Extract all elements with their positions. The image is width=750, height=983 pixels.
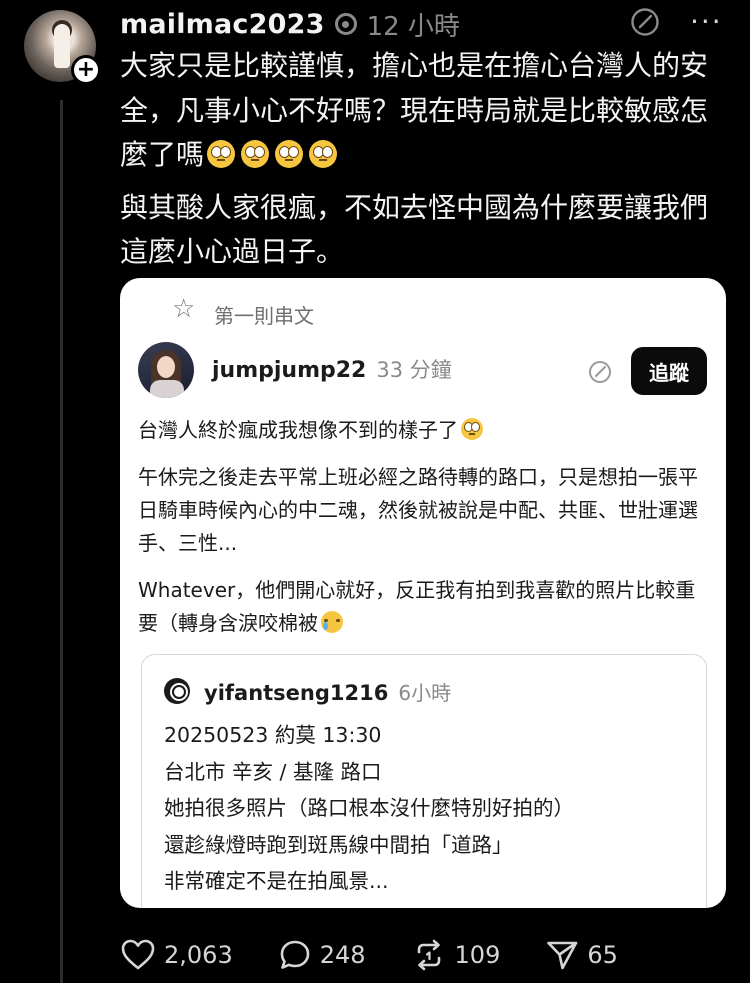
- quoted-username[interactable]: jumpjump22: [212, 358, 366, 383]
- more-options-icon[interactable]: ···: [690, 7, 723, 37]
- nested-line: 台北市 辛亥 / 基隆 路口: [164, 759, 382, 784]
- comment-count: 248: [319, 941, 366, 969]
- thread-connector-line: [60, 100, 63, 983]
- follow-plus-icon[interactable]: +: [71, 55, 101, 85]
- activity-status-icon: [334, 13, 357, 35]
- nested-line: 20250523 約莫 13:30: [164, 723, 382, 747]
- quoted-paragraph-3: Whatever，他們開心就好，反正我有拍到我喜歡的照片比較重要（轉身含淚咬棉被: [138, 574, 708, 640]
- quoted-activity-icon: [588, 360, 612, 388]
- repost-button[interactable]: 109: [411, 938, 501, 972]
- send-icon: [547, 941, 578, 970]
- nested-quoted-post[interactable]: yifantseng1216 6小時 20250523 約莫 13:30 台北市…: [141, 654, 707, 908]
- post-header: mailmac2023 12 小時: [120, 6, 460, 42]
- eye-roll-emoji-icon: [461, 418, 483, 440]
- like-button[interactable]: 2,063: [120, 938, 233, 972]
- edit-icon[interactable]: [630, 7, 660, 41]
- quoted-header: jumpjump22 33 分鐘: [212, 354, 452, 384]
- star-icon: ☆: [172, 294, 196, 324]
- quoted-avatar[interactable]: [138, 342, 194, 398]
- quoted-timestamp: 33 分鐘: [376, 358, 452, 382]
- post-body: 大家只是比較謹慎，擔心也是在擔心台灣人的安全，凡事小心不好嗎？現在時局就是比較敏…: [120, 44, 725, 275]
- nested-username[interactable]: yifantseng1216: [204, 681, 388, 705]
- eye-roll-emoji-icon: [309, 140, 338, 168]
- follow-button[interactable]: 追蹤: [631, 347, 707, 395]
- action-bar: 2,063 248 109 65: [120, 935, 663, 975]
- eye-roll-emoji-icon: [241, 140, 270, 168]
- comment-icon: [280, 940, 310, 969]
- post-paragraph-1: 大家只是比較謹慎，擔心也是在擔心台灣人的安全，凡事小心不好嗎？現在時局就是比較敏…: [120, 44, 725, 178]
- quoted-paragraph-3-text: Whatever，他們開心就好，反正我有拍到我喜歡的照片比較重要（轉身含淚咬棉被: [138, 578, 696, 635]
- share-count: 65: [587, 941, 618, 969]
- eye-roll-emoji-icon: [207, 140, 236, 168]
- nested-avatar[interactable]: [164, 678, 190, 704]
- post-username[interactable]: mailmac2023: [120, 9, 325, 40]
- avatar-figure: [54, 24, 70, 68]
- nested-header: yifantseng1216 6小時: [204, 677, 451, 706]
- quoted-line-1: 台灣人終於瘋成我想像不到的樣子了: [138, 414, 708, 447]
- thread-label-text: 第一則串文: [214, 304, 314, 328]
- nested-line: 她拍很多照片（路口根本沒什麼特別好拍的）: [164, 796, 574, 820]
- nested-body: 20250523 約莫 13:30 台北市 辛亥 / 基隆 路口 她拍很多照片（…: [164, 717, 574, 900]
- repost-icon: [417, 939, 440, 971]
- repost-count: 109: [454, 941, 501, 969]
- quoted-line-1-text: 台灣人終於瘋成我想像不到的樣子了: [138, 418, 458, 442]
- crying-emoji-icon: [321, 611, 343, 633]
- heart-icon: [121, 939, 155, 970]
- comment-button[interactable]: 248: [278, 938, 366, 972]
- like-count: 2,063: [164, 941, 233, 969]
- eye-roll-emoji-icon: [275, 140, 304, 168]
- share-button[interactable]: 65: [545, 938, 618, 972]
- nested-line: 還趁綠燈時跑到斑馬線中間拍「道路」: [164, 832, 513, 857]
- post-timestamp: 12 小時: [366, 11, 460, 42]
- quoted-paragraph-2: 午休完之後走去平常上班必經之路待轉的路口，只是想拍一張平日騎車時候內心的中二魂，…: [138, 465, 698, 555]
- post-paragraph-2: 與其酸人家很瘋，不如去怪中國為什麼要讓我們這麼小心過日子。: [120, 190, 709, 269]
- nested-timestamp: 6小時: [398, 681, 452, 705]
- nested-line: 非常確定不是在拍風景...: [164, 869, 389, 893]
- thread-label: ☆ 第一則串文: [172, 296, 314, 329]
- quoted-post-card[interactable]: ☆ 第一則串文 jumpjump22 33 分鐘 追蹤 台灣人終於瘋成我想像不到…: [120, 278, 726, 908]
